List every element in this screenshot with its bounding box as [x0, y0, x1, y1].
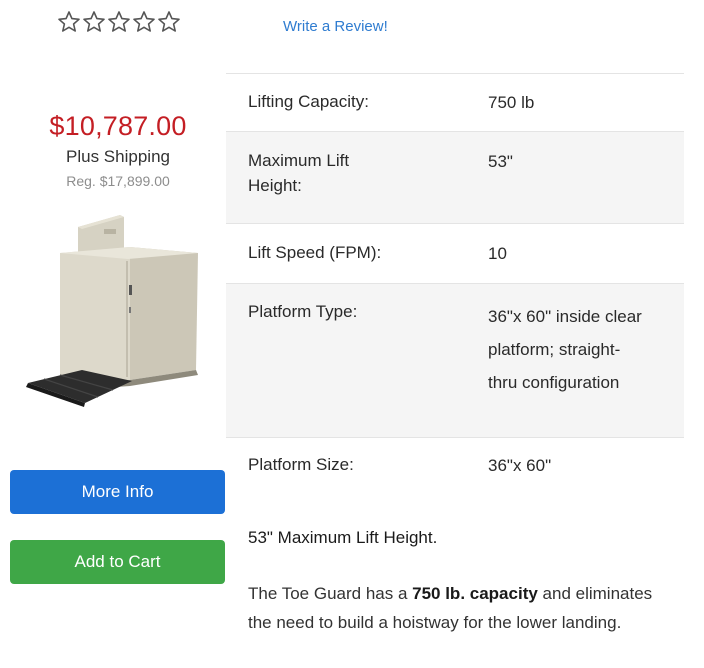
feature-headline: 53" Maximum Lift Height. — [248, 528, 438, 547]
spec-label: Platform Size: — [248, 455, 354, 474]
spec-table: Lifting Capacity: 750 lb Maximum Lift He… — [226, 73, 684, 500]
description-emphasis: 750 lb. capacity — [412, 584, 538, 603]
regular-price: Reg. $17,899.00 — [66, 173, 170, 189]
spec-row: Platform Type: 36"x 60" inside clear pla… — [226, 284, 684, 438]
spec-label: Lift Speed (FPM): — [248, 243, 382, 262]
spec-value: 53" — [488, 152, 513, 171]
spec-row: Lift Speed (FPM): 10 — [226, 224, 684, 284]
star-empty-icon — [58, 11, 80, 32]
star-empty-icon — [83, 11, 105, 32]
pricing-block: $10,787.00 Plus Shipping Reg. $17,899.00 — [8, 108, 228, 189]
add-to-cart-button[interactable]: Add to Cart — [10, 540, 225, 584]
shipping-note: Plus Shipping — [66, 147, 170, 166]
write-review-link[interactable]: Write a Review! — [283, 18, 388, 35]
sale-price: $10,787.00 — [49, 111, 187, 141]
product-image[interactable] — [10, 205, 225, 415]
spec-row: Lifting Capacity: 750 lb — [226, 74, 684, 132]
description-text: The Toe Guard has a — [248, 584, 413, 603]
star-empty-icon — [158, 11, 180, 32]
spec-label: Platform Type: — [248, 302, 358, 321]
feature-description: The Toe Guard has a 750 lb. capacity and… — [248, 579, 678, 637]
spec-row: Platform Size: 36"x 60" — [226, 438, 684, 500]
more-info-button[interactable]: More Info — [10, 470, 225, 514]
star-empty-icon — [108, 11, 130, 32]
spec-label: Lifting Capacity: — [248, 92, 369, 111]
spec-row: Maximum Lift Height: 53" — [226, 132, 684, 224]
star-rating[interactable] — [57, 10, 181, 34]
spec-value: 36"x 60" — [488, 456, 552, 475]
spec-value: 10 — [488, 244, 507, 263]
spec-label: Maximum Lift Height: — [248, 151, 350, 195]
star-empty-icon — [133, 11, 155, 32]
spec-value: 36"x 60" inside clear platform; straight… — [488, 307, 642, 392]
spec-value: 750 lb — [488, 93, 535, 112]
